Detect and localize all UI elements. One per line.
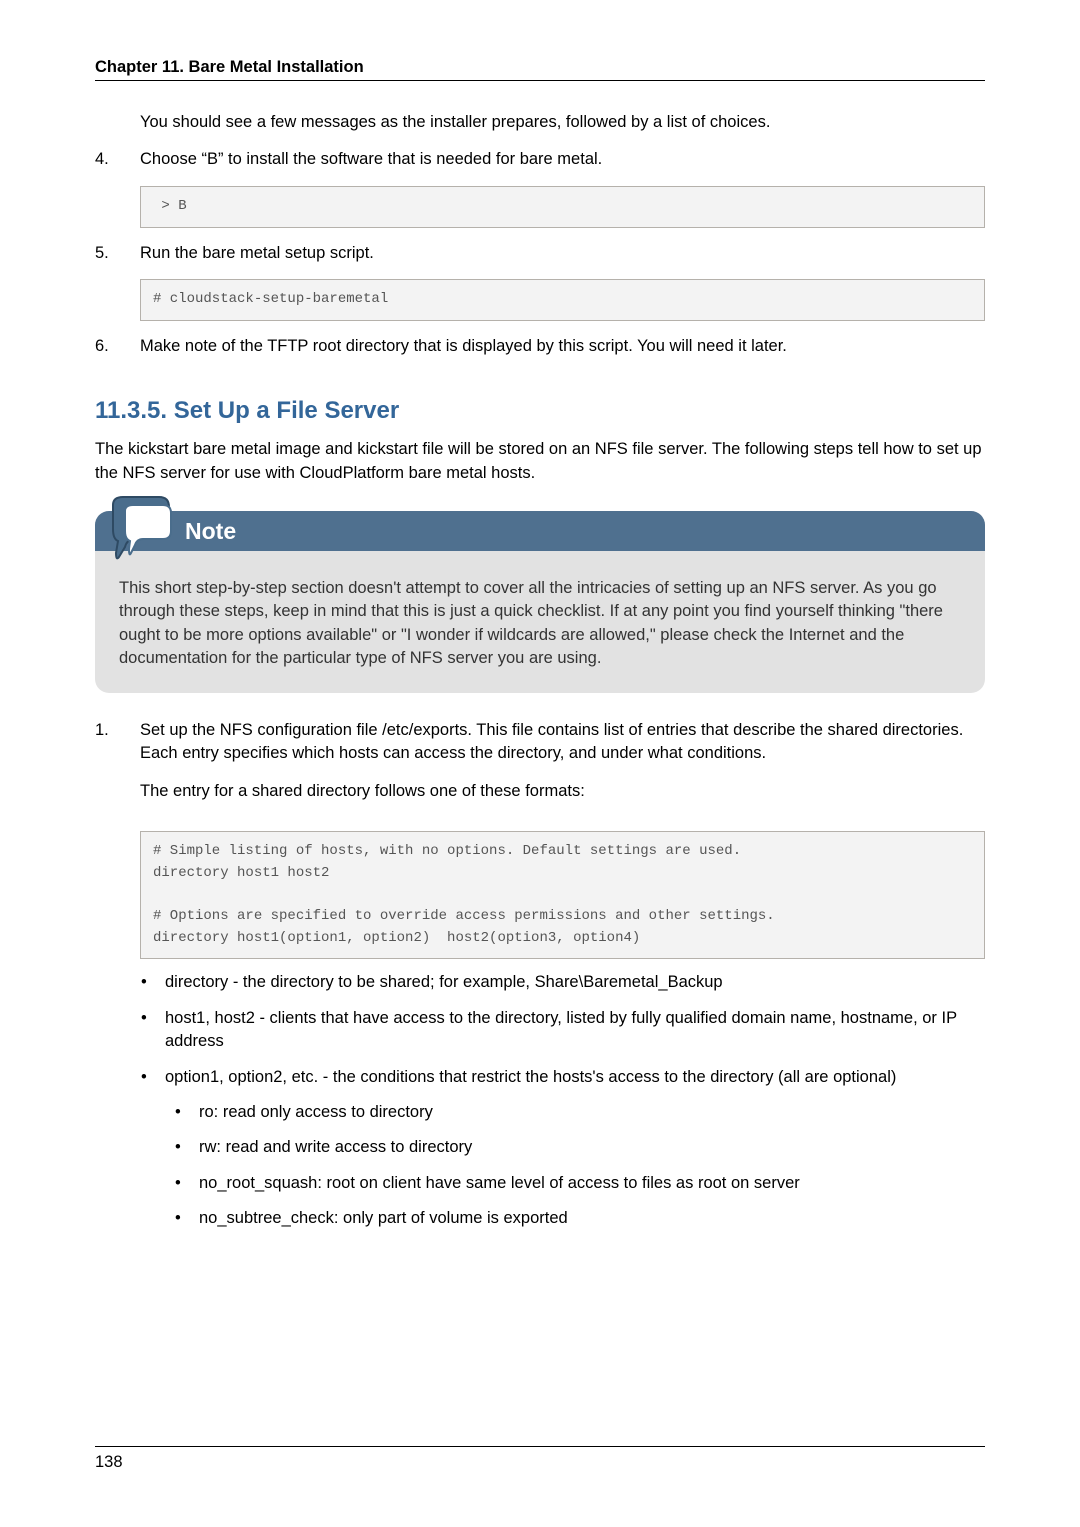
intro-line: You should see a few messages as the ins…	[140, 111, 985, 134]
step-body: Choose “B” to install the software that …	[140, 148, 985, 171]
step-6: 6. Make note of the TFTP root directory …	[95, 335, 985, 358]
speech-bubble-icon	[105, 495, 177, 567]
bullet-text: no_root_squash: root on client have same…	[199, 1172, 985, 1195]
bullet-options: • option1, option2, etc. - the condition…	[141, 1066, 985, 1089]
step-number: 6.	[95, 335, 140, 358]
bullet-hosts: • host1, host2 - clients that have acces…	[141, 1007, 985, 1054]
code-block: # Simple listing of hosts, with no optio…	[140, 831, 985, 959]
step-text-2: The entry for a shared directory follows…	[140, 780, 985, 803]
chapter-title: Chapter 11. Bare Metal Installation	[95, 58, 364, 76]
step-number: 4.	[95, 148, 140, 171]
note-body: This short step-by-step section doesn't …	[95, 551, 985, 675]
bullet-marker: •	[141, 1066, 165, 1089]
sub-bullet-ro: • ro: read only access to directory	[175, 1101, 985, 1124]
page-content: You should see a few messages as the ins…	[95, 111, 985, 1231]
step-body: Set up the NFS configuration file /etc/e…	[140, 719, 985, 817]
bullet-text: option1, option2, etc. - the conditions …	[165, 1066, 985, 1089]
step-5: 5. Run the bare metal setup script.	[95, 242, 985, 265]
step-number: 1.	[95, 719, 140, 817]
sub-bullet-no-subtree-check: • no_subtree_check: only part of volume …	[175, 1207, 985, 1230]
step-4-code-wrap: > B	[140, 186, 985, 228]
step-1-code-wrap: # Simple listing of hosts, with no optio…	[140, 831, 985, 959]
note-admonition: Note This short step-by-step section doe…	[95, 511, 985, 693]
bullet-text: rw: read and write access to directory	[199, 1136, 985, 1159]
bullet-text: directory - the directory to be shared; …	[165, 971, 985, 994]
section-heading: 11.3.5. Set Up a File Server	[95, 394, 985, 428]
bullet-text: no_subtree_check: only part of volume is…	[199, 1207, 985, 1230]
bullet-directory: • directory - the directory to be shared…	[141, 971, 985, 994]
bullet-marker: •	[175, 1207, 199, 1230]
page-number: 138	[95, 1453, 123, 1471]
step-5-code-wrap: # cloudstack-setup-baremetal	[140, 279, 985, 321]
step-text: Set up the NFS configuration file /etc/e…	[140, 719, 985, 766]
step-1: 1. Set up the NFS configuration file /et…	[95, 719, 985, 817]
bullet-text: host1, host2 - clients that have access …	[165, 1007, 985, 1054]
bullet-marker: •	[175, 1136, 199, 1159]
step-text: Run the bare metal setup script.	[140, 242, 985, 265]
step-4: 4. Choose “B” to install the software th…	[95, 148, 985, 171]
step-body: Run the bare metal setup script.	[140, 242, 985, 265]
sub-bullet-no-root-squash: • no_root_squash: root on client have sa…	[175, 1172, 985, 1195]
step-text: Choose “B” to install the software that …	[140, 148, 985, 171]
page-header: Chapter 11. Bare Metal Installation	[95, 58, 985, 81]
bullet-marker: •	[175, 1101, 199, 1124]
sub-bullet-rw: • rw: read and write access to directory	[175, 1136, 985, 1159]
section-paragraph: The kickstart bare metal image and kicks…	[95, 438, 985, 485]
code-block: > B	[140, 186, 985, 228]
step-body: Make note of the TFTP root directory tha…	[140, 335, 985, 358]
bullet-marker: •	[175, 1172, 199, 1195]
bullet-text: ro: read only access to directory	[199, 1101, 985, 1124]
note-label: Note	[185, 515, 236, 548]
bullet-marker: •	[141, 1007, 165, 1054]
page-footer: 138	[95, 1446, 985, 1472]
step-number: 5.	[95, 242, 140, 265]
step-text: Make note of the TFTP root directory tha…	[140, 335, 985, 358]
bullet-marker: •	[141, 971, 165, 994]
note-header: Note	[95, 511, 985, 551]
code-block: # cloudstack-setup-baremetal	[140, 279, 985, 321]
